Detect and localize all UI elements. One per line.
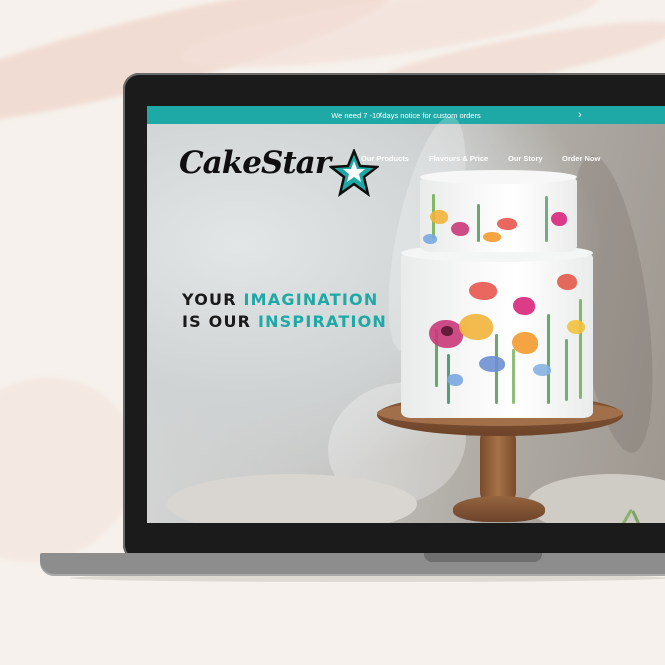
hero-section: CakeStar Our Products Flavours & Price O… (147, 110, 665, 523)
painted-flower (469, 282, 497, 300)
painted-flower (497, 218, 517, 230)
painted-leaf (565, 339, 568, 401)
painted-leaf (579, 299, 582, 399)
announcement-text: We need 7 -10 days notice for custom ord… (331, 110, 481, 120)
hero-line-1: YOUR IMAGINATION (182, 290, 379, 309)
painted-flower (423, 234, 437, 244)
painted-flower (451, 222, 469, 236)
cake-stand-neck (480, 426, 516, 506)
announcement-bar: ‹ We need 7 -10 days notice for custom o… (147, 106, 665, 124)
painted-flower (551, 212, 567, 226)
logo[interactable]: CakeStar (179, 145, 379, 197)
laptop-notch (424, 553, 542, 562)
nav-flavours-price[interactable]: Flavours & Price (429, 154, 488, 163)
painted-flower (513, 297, 535, 315)
cake-top-tier-top (420, 170, 577, 184)
painted-leaf (477, 204, 480, 242)
hero-line-2: IS OUR INSPIRATION (182, 312, 388, 331)
nav-our-products[interactable]: Our Products (361, 154, 409, 163)
laptop-screen: ‹ We need 7 -10 days notice for custom o… (147, 106, 665, 523)
nav-order-now[interactable]: Order Now (562, 154, 600, 163)
painted-flower (533, 364, 551, 376)
painted-leaf (512, 349, 515, 404)
painted-flower-center (441, 326, 453, 336)
painted-leaf (545, 196, 548, 242)
logo-text: CakeStar (179, 145, 331, 181)
painted-flower (479, 356, 505, 372)
painted-flower (459, 314, 493, 340)
painted-flower (557, 274, 577, 290)
cake-stand-foot (453, 496, 545, 522)
chevron-right-icon[interactable]: › (578, 108, 582, 122)
nav-our-story[interactable]: Our Story (508, 154, 543, 163)
painted-flower (430, 210, 448, 224)
cloth-bottom (527, 474, 665, 523)
laptop-base (40, 553, 665, 576)
painted-flower (447, 374, 463, 386)
chevron-left-icon[interactable]: ‹ (379, 108, 383, 122)
painted-flower (512, 332, 538, 354)
hero-headline: YOUR IMAGINATION IS OUR INSPIRATION (182, 289, 387, 333)
painted-leaf (547, 314, 550, 404)
painted-flower (483, 232, 501, 242)
painted-flower (567, 320, 585, 334)
